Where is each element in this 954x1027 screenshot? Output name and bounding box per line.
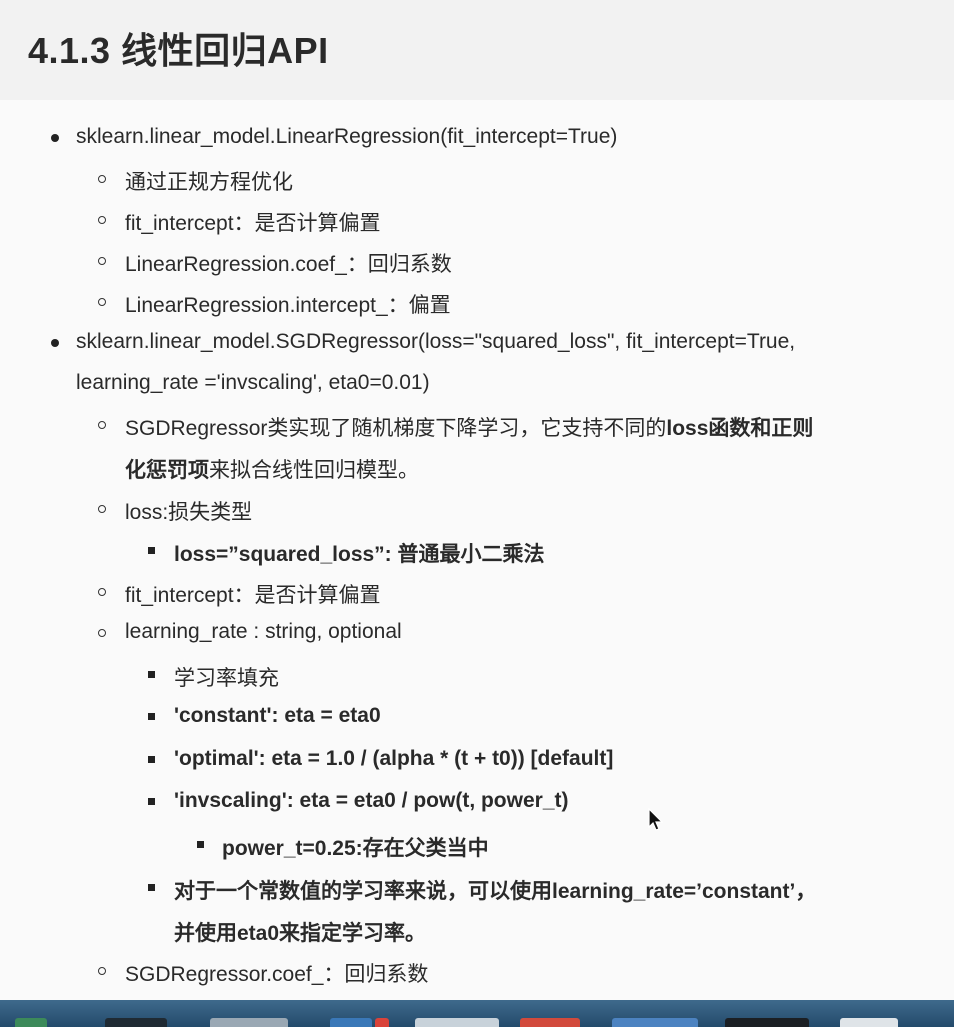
app-icon[interactable] — [840, 1018, 898, 1027]
bullet-square — [148, 884, 155, 891]
list-item: loss=”squared_loss”: 普通最小二乘法 — [174, 543, 545, 566]
bullet-circle — [98, 588, 106, 596]
list-item: sklearn.linear_model.SGDRegressor(loss="… — [76, 330, 796, 353]
mouse-pointer-icon — [648, 808, 664, 831]
list-item-text: 来拟合线性回归模型。 — [209, 459, 419, 482]
app-icon[interactable] — [415, 1018, 499, 1027]
list-item-bold: 化惩罚项 — [125, 459, 209, 482]
list-item: LinearRegression.coef_：回归系数 — [125, 253, 452, 276]
app-icon[interactable] — [725, 1018, 809, 1027]
page-title: 4.1.3 线性回归API — [28, 30, 329, 71]
page-header: 4.1.3 线性回归API — [0, 0, 954, 101]
list-item-continuation: 并使用eta0来指定学习率。 — [174, 922, 427, 945]
taskbar — [0, 1000, 954, 1027]
bullet-circle — [98, 421, 106, 429]
list-item: fit_intercept：是否计算偏置 — [125, 212, 381, 235]
list-item: LinearRegression.intercept_：偏置 — [125, 294, 451, 317]
bullet-disc — [51, 339, 59, 347]
bullet-circle — [98, 967, 106, 975]
bullet-square — [148, 671, 155, 678]
list-item-bold: loss函数和正则 — [666, 417, 814, 440]
list-item: learning_rate : string, optional — [125, 620, 402, 643]
api-content: sklearn.linear_model.LinearRegression(fi… — [0, 100, 954, 1000]
bullet-circle — [98, 216, 106, 224]
bullet-square — [148, 756, 155, 763]
bullet-circle — [98, 629, 106, 637]
bullet-square — [148, 798, 155, 805]
list-item: fit_intercept：是否计算偏置 — [125, 584, 381, 607]
list-item-continuation: 化惩罚项来拟合线性回归模型。 — [125, 454, 419, 484]
app-icon[interactable] — [612, 1018, 698, 1027]
list-item: 对于一个常数值的学习率来说，可以使用learning_rate=’constan… — [174, 880, 817, 903]
list-item: SGDRegressor类实现了随机梯度下降学习，它支持不同的loss函数和正则 — [125, 412, 813, 442]
list-item: sklearn.linear_model.LinearRegression(fi… — [76, 125, 618, 148]
list-item-text: SGDRegressor类实现了随机梯度下降学习，它支持不同的 — [125, 417, 667, 440]
list-item: 学习率填充 — [174, 667, 279, 690]
bullet-square — [148, 713, 155, 720]
notification-badge-icon — [375, 1018, 389, 1027]
app-icon[interactable] — [330, 1018, 372, 1027]
bullet-square — [197, 841, 204, 848]
app-icon[interactable] — [210, 1018, 288, 1027]
bullet-disc — [51, 134, 59, 142]
bullet-square — [148, 547, 155, 554]
bullet-circle — [98, 298, 106, 306]
list-item: SGDRegressor.coef_：回归系数 — [125, 963, 429, 986]
app-icon[interactable] — [520, 1018, 580, 1027]
list-item: 'constant': eta = eta0 — [174, 704, 381, 727]
list-item: 'optimal': eta = 1.0 / (alpha * (t + t0)… — [174, 747, 614, 770]
list-item: 'invscaling': eta = eta0 / pow(t, power_… — [174, 789, 569, 812]
list-item: power_t=0.25:存在父类当中 — [222, 837, 489, 860]
list-item: 通过正规方程优化 — [125, 171, 293, 194]
app-icon[interactable] — [15, 1018, 47, 1027]
app-icon[interactable] — [105, 1018, 167, 1027]
bullet-circle — [98, 505, 106, 513]
bullet-circle — [98, 257, 106, 265]
bullet-circle — [98, 175, 106, 183]
list-item-continuation: learning_rate ='invscaling', eta0=0.01) — [76, 371, 430, 394]
list-item: loss:损失类型 — [125, 501, 253, 524]
